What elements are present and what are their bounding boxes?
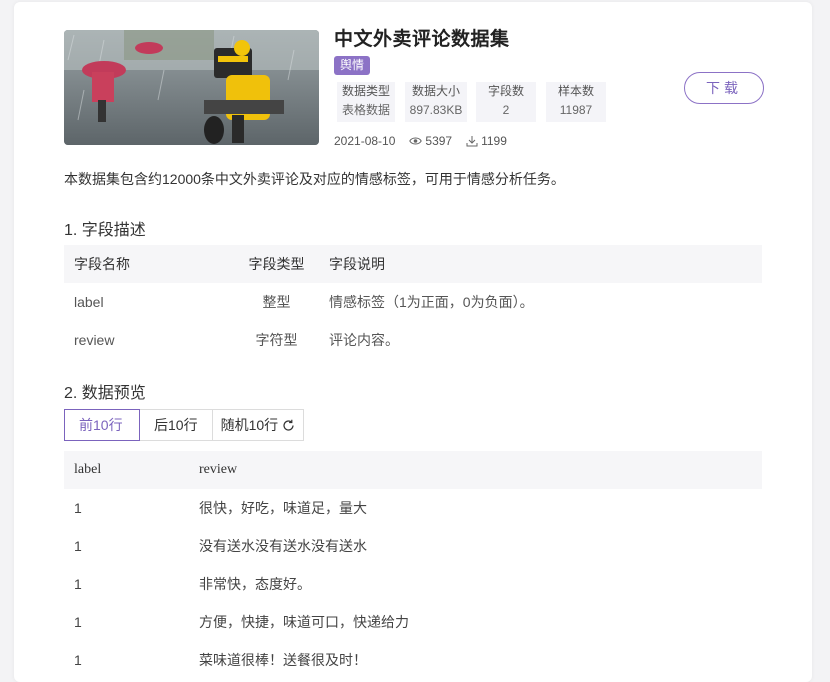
meta-value: 表格数据 xyxy=(341,103,390,117)
download-button[interactable]: 下载 xyxy=(684,72,764,104)
cell-label: 1 xyxy=(74,652,82,668)
header-field-type: 字段类型 xyxy=(234,245,319,283)
preview-heading: 2. 数据预览 xyxy=(64,385,146,402)
refresh-icon xyxy=(283,419,294,431)
tab-last-10[interactable]: 后10行 xyxy=(139,409,213,441)
table-row: 1 没有送水没有送水没有送水 xyxy=(64,527,762,565)
fields-table: 字段名称 字段类型 字段说明 label 整型 情感标签（1为正面，0为负面）。… xyxy=(64,245,762,359)
tab-first-10[interactable]: 前10行 xyxy=(64,409,140,441)
cell-label: 1 xyxy=(74,538,82,554)
field-type: 字符型 xyxy=(255,332,298,348)
publish-date: 2021-08-10 xyxy=(334,134,396,148)
header-field-name: 字段名称 xyxy=(64,245,234,283)
cell-label: 1 xyxy=(74,500,82,516)
field-desc: 评论内容。 xyxy=(329,332,399,348)
table-row: 1 方便，快捷，味道可口，快递给力 xyxy=(64,603,762,641)
header-review: review xyxy=(198,451,762,489)
meta-data-type: 数据类型 表格数据 xyxy=(337,82,395,122)
meta-label: 数据大小 xyxy=(411,84,460,98)
dataset-title: 中文外卖评论数据集 xyxy=(334,29,510,50)
tab-label: 后10行 xyxy=(154,417,198,433)
cell-label: 1 xyxy=(74,576,82,592)
table-row: review 字符型 评论内容。 xyxy=(64,321,762,359)
eye-icon xyxy=(409,137,423,145)
table-row: label 整型 情感标签（1为正面，0为负面）。 xyxy=(64,283,762,321)
cell-review: 方便，快捷，味道可口，快递给力 xyxy=(199,614,409,630)
meta-value: 2 xyxy=(502,103,510,117)
fields-table-header: 字段名称 字段类型 字段说明 xyxy=(64,245,762,283)
header-field-desc: 字段说明 xyxy=(319,245,762,283)
table-row: 1 菜味道很棒！送餐很及时！ xyxy=(64,641,762,679)
preview-table-header: label review xyxy=(64,451,762,489)
cell-review: 没有送水没有送水没有送水 xyxy=(199,538,367,554)
table-row: 1 很快，好吃，味道足，量大 xyxy=(64,489,762,527)
meta-value: 897.83KB xyxy=(409,103,463,117)
meta-label: 数据类型 xyxy=(341,84,390,98)
cell-review: 非常快，态度好。 xyxy=(199,576,311,592)
views-count: 5397 xyxy=(425,134,453,148)
fields-heading: 1. 字段描述 xyxy=(64,222,146,239)
table-row: 1 非常快，态度好。 xyxy=(64,565,762,603)
meta-label: 字段数 xyxy=(487,84,524,98)
downloads-count: 1199 xyxy=(481,134,507,148)
meta-label: 样本数 xyxy=(557,84,594,98)
dataset-stats: 2021-08-10 5397 1199 xyxy=(334,134,507,148)
meta-value: 11987 xyxy=(559,103,593,117)
preview-table: label review 1 很快，好吃，味道足，量大 1 没有送水没有送水没有… xyxy=(64,451,762,679)
field-desc: 情感标签（1为正面，0为负面）。 xyxy=(329,294,534,310)
views-stat: 5397 xyxy=(409,134,452,148)
header-label: label xyxy=(64,451,198,489)
download-icon xyxy=(466,136,478,147)
field-name: review xyxy=(74,332,115,348)
meta-sample-count: 样本数 11987 xyxy=(546,82,606,122)
cell-label: 1 xyxy=(74,614,82,630)
cell-review: 很快，好吃，味道足，量大 xyxy=(199,500,367,516)
field-type: 整型 xyxy=(262,294,291,310)
meta-data-size: 数据大小 897.83KB xyxy=(405,82,467,122)
category-tag[interactable]: 舆情 xyxy=(334,56,371,75)
tab-label: 随机10行 xyxy=(220,417,279,433)
downloads-stat: 1199 xyxy=(466,134,507,148)
dataset-cover-image xyxy=(64,30,319,145)
tab-random-10[interactable]: 随机10行 xyxy=(211,409,305,441)
preview-tabs: 前10行 后10行 随机10行 xyxy=(64,409,305,441)
meta-field-count: 字段数 2 xyxy=(476,82,536,122)
dataset-description: 本数据集包含约12000条中文外卖评论及对应的情感标签，可用于情感分析任务。 xyxy=(64,171,565,187)
field-name: label xyxy=(74,294,104,310)
cell-review: 菜味道很棒！送餐很及时！ xyxy=(199,652,367,668)
